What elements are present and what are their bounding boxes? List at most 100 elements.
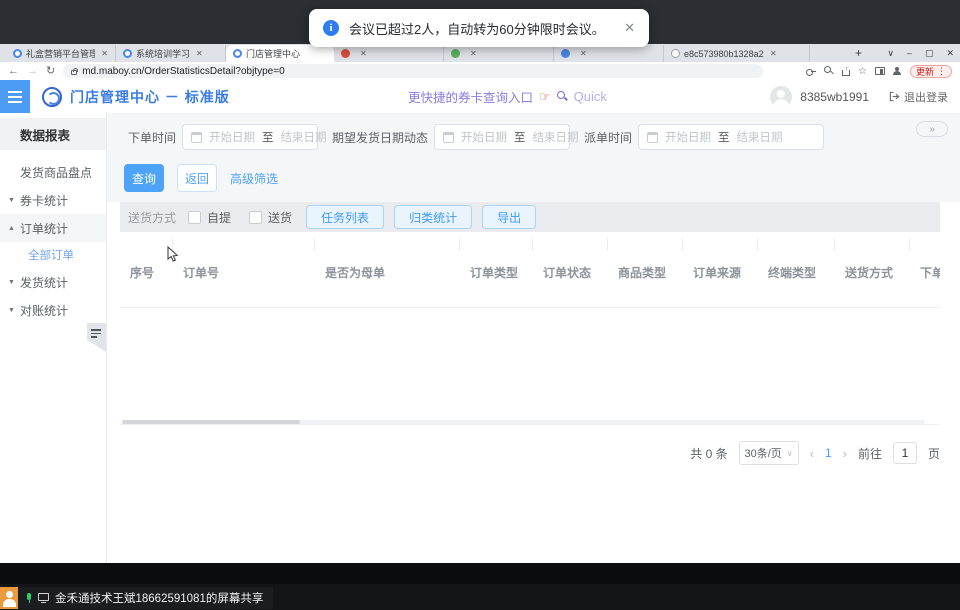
browser-tab[interactable]: 系统培训学习✕ bbox=[116, 45, 226, 62]
back-icon[interactable]: ← bbox=[8, 66, 19, 77]
password-key-icon[interactable] bbox=[806, 66, 816, 76]
column-divider bbox=[315, 238, 460, 251]
tab-label: 礼盒营销平台管理中心 bbox=[26, 47, 95, 60]
page-size-select[interactable]: 30条/页 ∨ bbox=[739, 441, 799, 465]
delivery-method-label: 送货方式 bbox=[128, 209, 176, 226]
info-icon: i bbox=[323, 20, 339, 36]
date-range-input[interactable]: 开始日期至结束日期 bbox=[638, 124, 824, 150]
chevron-down-icon: ∨ bbox=[787, 449, 793, 458]
update-label: 更新 bbox=[916, 65, 934, 78]
url-text: md.maboy.cn/OrderStatisticsDetail?objtyp… bbox=[82, 66, 284, 77]
checkbox-box[interactable] bbox=[188, 211, 201, 224]
goto-page-input[interactable] bbox=[893, 442, 917, 464]
main-area: 数据报表 发货商品盘点▼券卡统计▲订单统计全部订单▼发货统计▼对账统计 下单时间… bbox=[0, 113, 960, 563]
sidebar-item[interactable]: 全部订单 bbox=[0, 242, 106, 268]
end-date-placeholder: 结束日期 bbox=[281, 129, 327, 145]
tab-close-icon[interactable]: ✕ bbox=[360, 49, 367, 58]
back-button[interactable]: 返回 bbox=[177, 164, 217, 192]
window-close-icon[interactable]: ✕ bbox=[946, 48, 954, 59]
toolbar-button[interactable]: 归类统计 bbox=[394, 205, 472, 229]
window-menu-icon[interactable]: ∨ bbox=[887, 48, 894, 59]
meeting-notification-toast: i 会议已超过2人，自动转为60分钟限时会议。 ✕ bbox=[309, 9, 649, 47]
sidebar-item[interactable]: 发货商品盘点 bbox=[0, 158, 106, 186]
toolbar-button[interactable]: 任务列表 bbox=[306, 205, 384, 229]
sidebar-item[interactable]: ▼发货统计 bbox=[0, 268, 106, 296]
prev-page-button[interactable]: ‹ bbox=[810, 446, 814, 461]
filters-expand-button[interactable]: » bbox=[916, 121, 948, 137]
filter-group: 期望发货日期动态开始日期至结束日期 bbox=[332, 124, 570, 150]
forward-icon[interactable]: → bbox=[27, 66, 38, 77]
browser-tab[interactable]: 门店管理中心 bbox=[226, 45, 334, 62]
browser-tab[interactable]: ✕ bbox=[334, 45, 444, 62]
filter-label: 期望发货日期动态 bbox=[332, 129, 428, 146]
total-count: 共 0 条 bbox=[690, 445, 727, 462]
tab-close-icon[interactable]: ✕ bbox=[101, 49, 108, 58]
tab-close-icon[interactable]: ✕ bbox=[770, 49, 777, 58]
addressbar-icons: ☆ 更新 ⋮ bbox=[806, 65, 952, 78]
tab-favicon-icon bbox=[13, 49, 22, 58]
new-tab-button[interactable]: + bbox=[855, 47, 862, 59]
sidebar-item[interactable]: ▲订单统计 bbox=[0, 214, 106, 242]
window-minimize-icon[interactable]: – bbox=[907, 48, 912, 58]
column-header-label: 商品类型 bbox=[618, 266, 666, 280]
url-field[interactable]: md.maboy.cn/OrderStatisticsDetail?objtyp… bbox=[63, 64, 763, 78]
search-button[interactable]: 查询 bbox=[124, 164, 164, 192]
quick-entry-link[interactable]: 更快捷的券卡查询入口 bbox=[408, 87, 533, 106]
checkbox-label: 自提 bbox=[207, 209, 231, 226]
table-header: 序号订单号是否为母单订单类型订单状态商品类型订单来源终端类型送货方式下单时间 bbox=[120, 238, 940, 308]
goto-unit: 页 bbox=[928, 445, 940, 462]
column-header-label: 订单来源 bbox=[693, 266, 741, 280]
tab-close-icon[interactable]: ✕ bbox=[580, 49, 587, 58]
column-header-label: 订单状态 bbox=[543, 266, 591, 280]
reload-icon[interactable]: ↻ bbox=[46, 66, 55, 77]
content-area: 下单时间开始日期至结束日期期望发货日期动态开始日期至结束日期派单时间开始日期至结… bbox=[107, 113, 960, 563]
sidebar-menu: 发货商品盘点 ▼券卡统计▲订单统计全部订单▼发货统计▼对账统计 bbox=[0, 158, 106, 324]
profile-icon[interactable] bbox=[893, 67, 902, 76]
date-range-separator: 至 bbox=[514, 129, 526, 145]
logout-label: 退出登录 bbox=[904, 89, 948, 105]
sidebar-item-label: 对账统计 bbox=[20, 302, 68, 319]
quick-search-icon[interactable] bbox=[557, 91, 568, 102]
sidebar-section-title: 数据报表 bbox=[0, 118, 106, 150]
sidebar-item[interactable]: ▼对账统计 bbox=[0, 296, 106, 324]
browser-tab[interactable]: ✕ bbox=[444, 45, 554, 62]
share-icon[interactable] bbox=[842, 70, 850, 76]
date-range-input[interactable]: 开始日期至结束日期 bbox=[182, 124, 318, 150]
tab-close-icon[interactable]: ✕ bbox=[196, 49, 203, 58]
browser-tab[interactable]: 礼盒营销平台管理中心 ✕ bbox=[6, 45, 116, 62]
column-divider bbox=[758, 238, 835, 251]
date-range-input[interactable]: 开始日期至结束日期 bbox=[434, 124, 570, 150]
browser-update-button[interactable]: 更新 ⋮ bbox=[910, 65, 952, 78]
sidebar-item[interactable]: ▼券卡统计 bbox=[0, 186, 106, 214]
bookmark-star-icon[interactable]: ☆ bbox=[858, 66, 867, 77]
toast-close-icon[interactable]: ✕ bbox=[624, 20, 635, 36]
browser-tab[interactable]: ✕ bbox=[554, 45, 664, 62]
current-page[interactable]: 1 bbox=[825, 446, 832, 460]
column-header-label: 是否为母单 bbox=[325, 266, 385, 280]
side-panel-icon[interactable] bbox=[875, 67, 885, 75]
menu-toggle-button[interactable] bbox=[0, 80, 30, 113]
delivery-checkbox[interactable]: 自提 bbox=[188, 209, 231, 226]
app-title: 门店管理中心 － 标准版 bbox=[70, 87, 230, 107]
zoom-icon[interactable] bbox=[824, 66, 834, 76]
quick-entry-zone: 更快捷的券卡查询入口 ☞ Quick bbox=[408, 80, 607, 113]
browser-tab[interactable]: e8c573980b1328a258fd2e6✕ bbox=[664, 45, 810, 62]
tab-list: 礼盒营销平台管理中心✕系统培训学习✕门店管理中心✕✕✕e8c573980b132… bbox=[6, 45, 810, 62]
tab-close-icon[interactable]: ✕ bbox=[470, 49, 477, 58]
horizontal-scrollbar-thumb[interactable] bbox=[122, 420, 300, 424]
toolbar-button[interactable]: 导出 bbox=[482, 205, 536, 229]
quick-label[interactable]: Quick bbox=[574, 89, 607, 104]
advanced-filter-link[interactable]: 高级筛选 bbox=[230, 170, 278, 187]
end-date-placeholder: 结束日期 bbox=[737, 129, 783, 145]
sidebar-item-label: 发货商品盘点 bbox=[20, 164, 92, 181]
sidebar-collapse-handle[interactable] bbox=[87, 323, 106, 352]
more-menu-icon[interactable]: ⋮ bbox=[937, 66, 946, 77]
taskbar-user-icon[interactable] bbox=[0, 587, 18, 609]
checkbox-box[interactable] bbox=[249, 211, 262, 224]
logout-button[interactable]: 退出登录 bbox=[889, 89, 948, 105]
delivery-checkbox[interactable]: 送货 bbox=[249, 209, 292, 226]
username-text: 8385wb1991 bbox=[800, 90, 869, 104]
next-page-button[interactable]: › bbox=[843, 446, 847, 461]
sidebar-item-label: 发货统计 bbox=[20, 274, 68, 291]
window-maximize-icon[interactable]: ▢ bbox=[925, 48, 934, 59]
